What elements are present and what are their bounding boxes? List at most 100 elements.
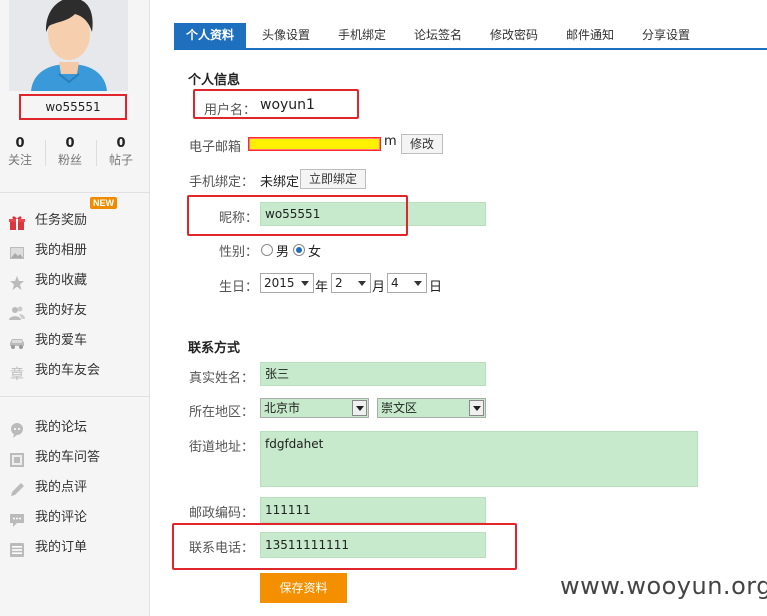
- chevron-down-icon: [352, 400, 367, 416]
- sidebar-item-task-rewards[interactable]: 任务奖励: [0, 206, 150, 236]
- stat-following-count: 0: [15, 136, 25, 151]
- username-highlight-box: wo55551: [19, 94, 127, 120]
- tab-avatar-settings[interactable]: 头像设置: [250, 23, 322, 48]
- month-unit: 月: [372, 280, 386, 295]
- birthday-day-select[interactable]: 4: [387, 273, 427, 293]
- tab-share-settings[interactable]: 分享设置: [630, 23, 702, 48]
- tab-forum-signature[interactable]: 论坛签名: [402, 23, 474, 48]
- sidebar-item-friends[interactable]: 我的好友: [0, 296, 150, 326]
- save-profile-button[interactable]: 保存资料: [260, 573, 347, 603]
- chevron-down-icon: [414, 281, 422, 286]
- gender-female-label: 女: [308, 245, 322, 260]
- comment-icon: [9, 510, 25, 527]
- sidebar-item-comments[interactable]: 我的评论: [0, 503, 150, 533]
- forum-icon: [9, 420, 25, 438]
- qa-icon: [9, 450, 25, 467]
- sidebar-item-album[interactable]: 我的相册: [0, 236, 150, 266]
- birthday-month-select[interactable]: 2: [331, 273, 371, 293]
- tab-phone-binding[interactable]: 手机绑定: [326, 23, 398, 48]
- svg-text:章: 章: [10, 366, 24, 381]
- pen-icon: [9, 480, 25, 496]
- zip-label: 邮政编码：: [189, 506, 255, 521]
- sidebar: wo55551 0 关注 0 粉丝 0 帖子 NEW 任务奖励 我的相册 我的收…: [0, 0, 150, 616]
- club-icon: 章: [9, 363, 25, 383]
- birthday-month-value: 2: [335, 276, 343, 290]
- tab-profile[interactable]: 个人资料: [174, 23, 246, 48]
- sidebar-item-label: 我的论坛: [35, 420, 88, 435]
- email-label: 电子邮箱: [189, 140, 242, 155]
- gift-icon: [9, 213, 25, 230]
- star-icon: [9, 273, 25, 290]
- tab-change-password[interactable]: 修改密码: [478, 23, 550, 48]
- section-title-contact: 联系方式: [188, 341, 241, 356]
- gender-female-radio[interactable]: [293, 244, 305, 256]
- watermark: www.wooyun.org: [560, 572, 767, 600]
- edit-email-button[interactable]: 修改: [401, 134, 444, 154]
- username-value: woyun1: [260, 97, 315, 113]
- sidebar-item-car-club[interactable]: 章 我的车友会: [0, 356, 150, 386]
- street-address-textarea[interactable]: fdgfdahet: [260, 431, 698, 487]
- avatar[interactable]: [9, 0, 128, 91]
- sidebar-username[interactable]: wo55551: [45, 100, 100, 114]
- gender-label: 性别：: [219, 245, 259, 260]
- sidebar-item-reviews[interactable]: 我的点评: [0, 473, 150, 503]
- sidebar-item-label: 我的相册: [35, 243, 88, 258]
- sidebar-divider: [0, 192, 150, 193]
- zip-input[interactable]: 111111: [260, 497, 486, 523]
- birthday-label: 生日：: [219, 280, 259, 295]
- sidebar-item-label: 我的收藏: [35, 273, 88, 288]
- province-select[interactable]: 北京市: [260, 398, 369, 418]
- district-value: 崇文区: [381, 401, 418, 415]
- section-title-personal: 个人信息: [188, 73, 241, 88]
- day-unit: 日: [429, 280, 443, 295]
- stat-fans[interactable]: 0 粉丝: [50, 136, 90, 168]
- chevron-down-icon: [358, 281, 366, 286]
- profile-stats: 0 关注 0 粉丝 0 帖子: [0, 136, 150, 170]
- sidebar-item-label: 我的点评: [35, 480, 88, 495]
- birthday-year-select[interactable]: 2015: [260, 273, 314, 293]
- sidebar-item-label: 我的订单: [35, 540, 88, 555]
- birthday-day-value: 4: [391, 276, 399, 290]
- realname-label: 真实姓名：: [189, 371, 255, 386]
- stat-fans-count: 0: [65, 136, 75, 151]
- gender-male-label: 男: [276, 245, 290, 260]
- sidebar-item-label: 我的车问答: [35, 450, 101, 465]
- gender-male-radio[interactable]: [261, 244, 273, 256]
- order-icon: [9, 540, 25, 557]
- phone-binding-status: 未绑定: [260, 175, 300, 190]
- friends-icon: [9, 303, 25, 320]
- stat-following-label: 关注: [7, 153, 32, 167]
- sidebar-item-orders[interactable]: 我的订单: [0, 533, 150, 563]
- sidebar-item-forum[interactable]: 我的论坛: [0, 413, 150, 443]
- bind-phone-button[interactable]: 立即绑定: [300, 169, 367, 189]
- stat-posts[interactable]: 0 帖子: [101, 136, 141, 168]
- sidebar-item-label: 任务奖励: [35, 213, 88, 228]
- street-label: 街道地址：: [189, 440, 255, 455]
- sidebar-item-label: 我的车友会: [35, 363, 101, 378]
- realname-input[interactable]: 张三: [260, 362, 486, 386]
- stat-fans-label: 粉丝: [57, 153, 82, 167]
- phone-label: 联系电话：: [189, 541, 255, 556]
- username-label: 用户名：: [204, 103, 257, 118]
- sidebar-item-favorites[interactable]: 我的收藏: [0, 266, 150, 296]
- default-avatar-icon: [9, 0, 128, 91]
- stat-following[interactable]: 0 关注: [0, 136, 40, 168]
- sidebar-divider: [0, 396, 150, 397]
- phone-binding-label: 手机绑定：: [189, 175, 255, 190]
- sidebar-item-my-car[interactable]: 我的爱车: [0, 326, 150, 356]
- stat-separator: [45, 140, 46, 166]
- year-unit: 年: [315, 280, 329, 295]
- photo-icon: [9, 243, 25, 259]
- tab-email-notify[interactable]: 邮件通知: [554, 23, 626, 48]
- sidebar-item-label: 我的评论: [35, 510, 88, 525]
- district-select[interactable]: 崇文区: [377, 398, 486, 418]
- birthday-year-value: 2015: [264, 276, 295, 290]
- stat-posts-label: 帖子: [108, 153, 133, 167]
- sidebar-item-label: 我的好友: [35, 303, 88, 318]
- region-label: 所在地区：: [189, 405, 255, 420]
- email-redaction: [248, 137, 381, 151]
- stat-posts-count: 0: [116, 136, 126, 151]
- chevron-down-icon: [301, 281, 309, 286]
- settings-tab-bar: 个人资料 头像设置 手机绑定 论坛签名 修改密码 邮件通知 分享设置: [174, 23, 767, 50]
- sidebar-item-car-qa[interactable]: 我的车问答: [0, 443, 150, 473]
